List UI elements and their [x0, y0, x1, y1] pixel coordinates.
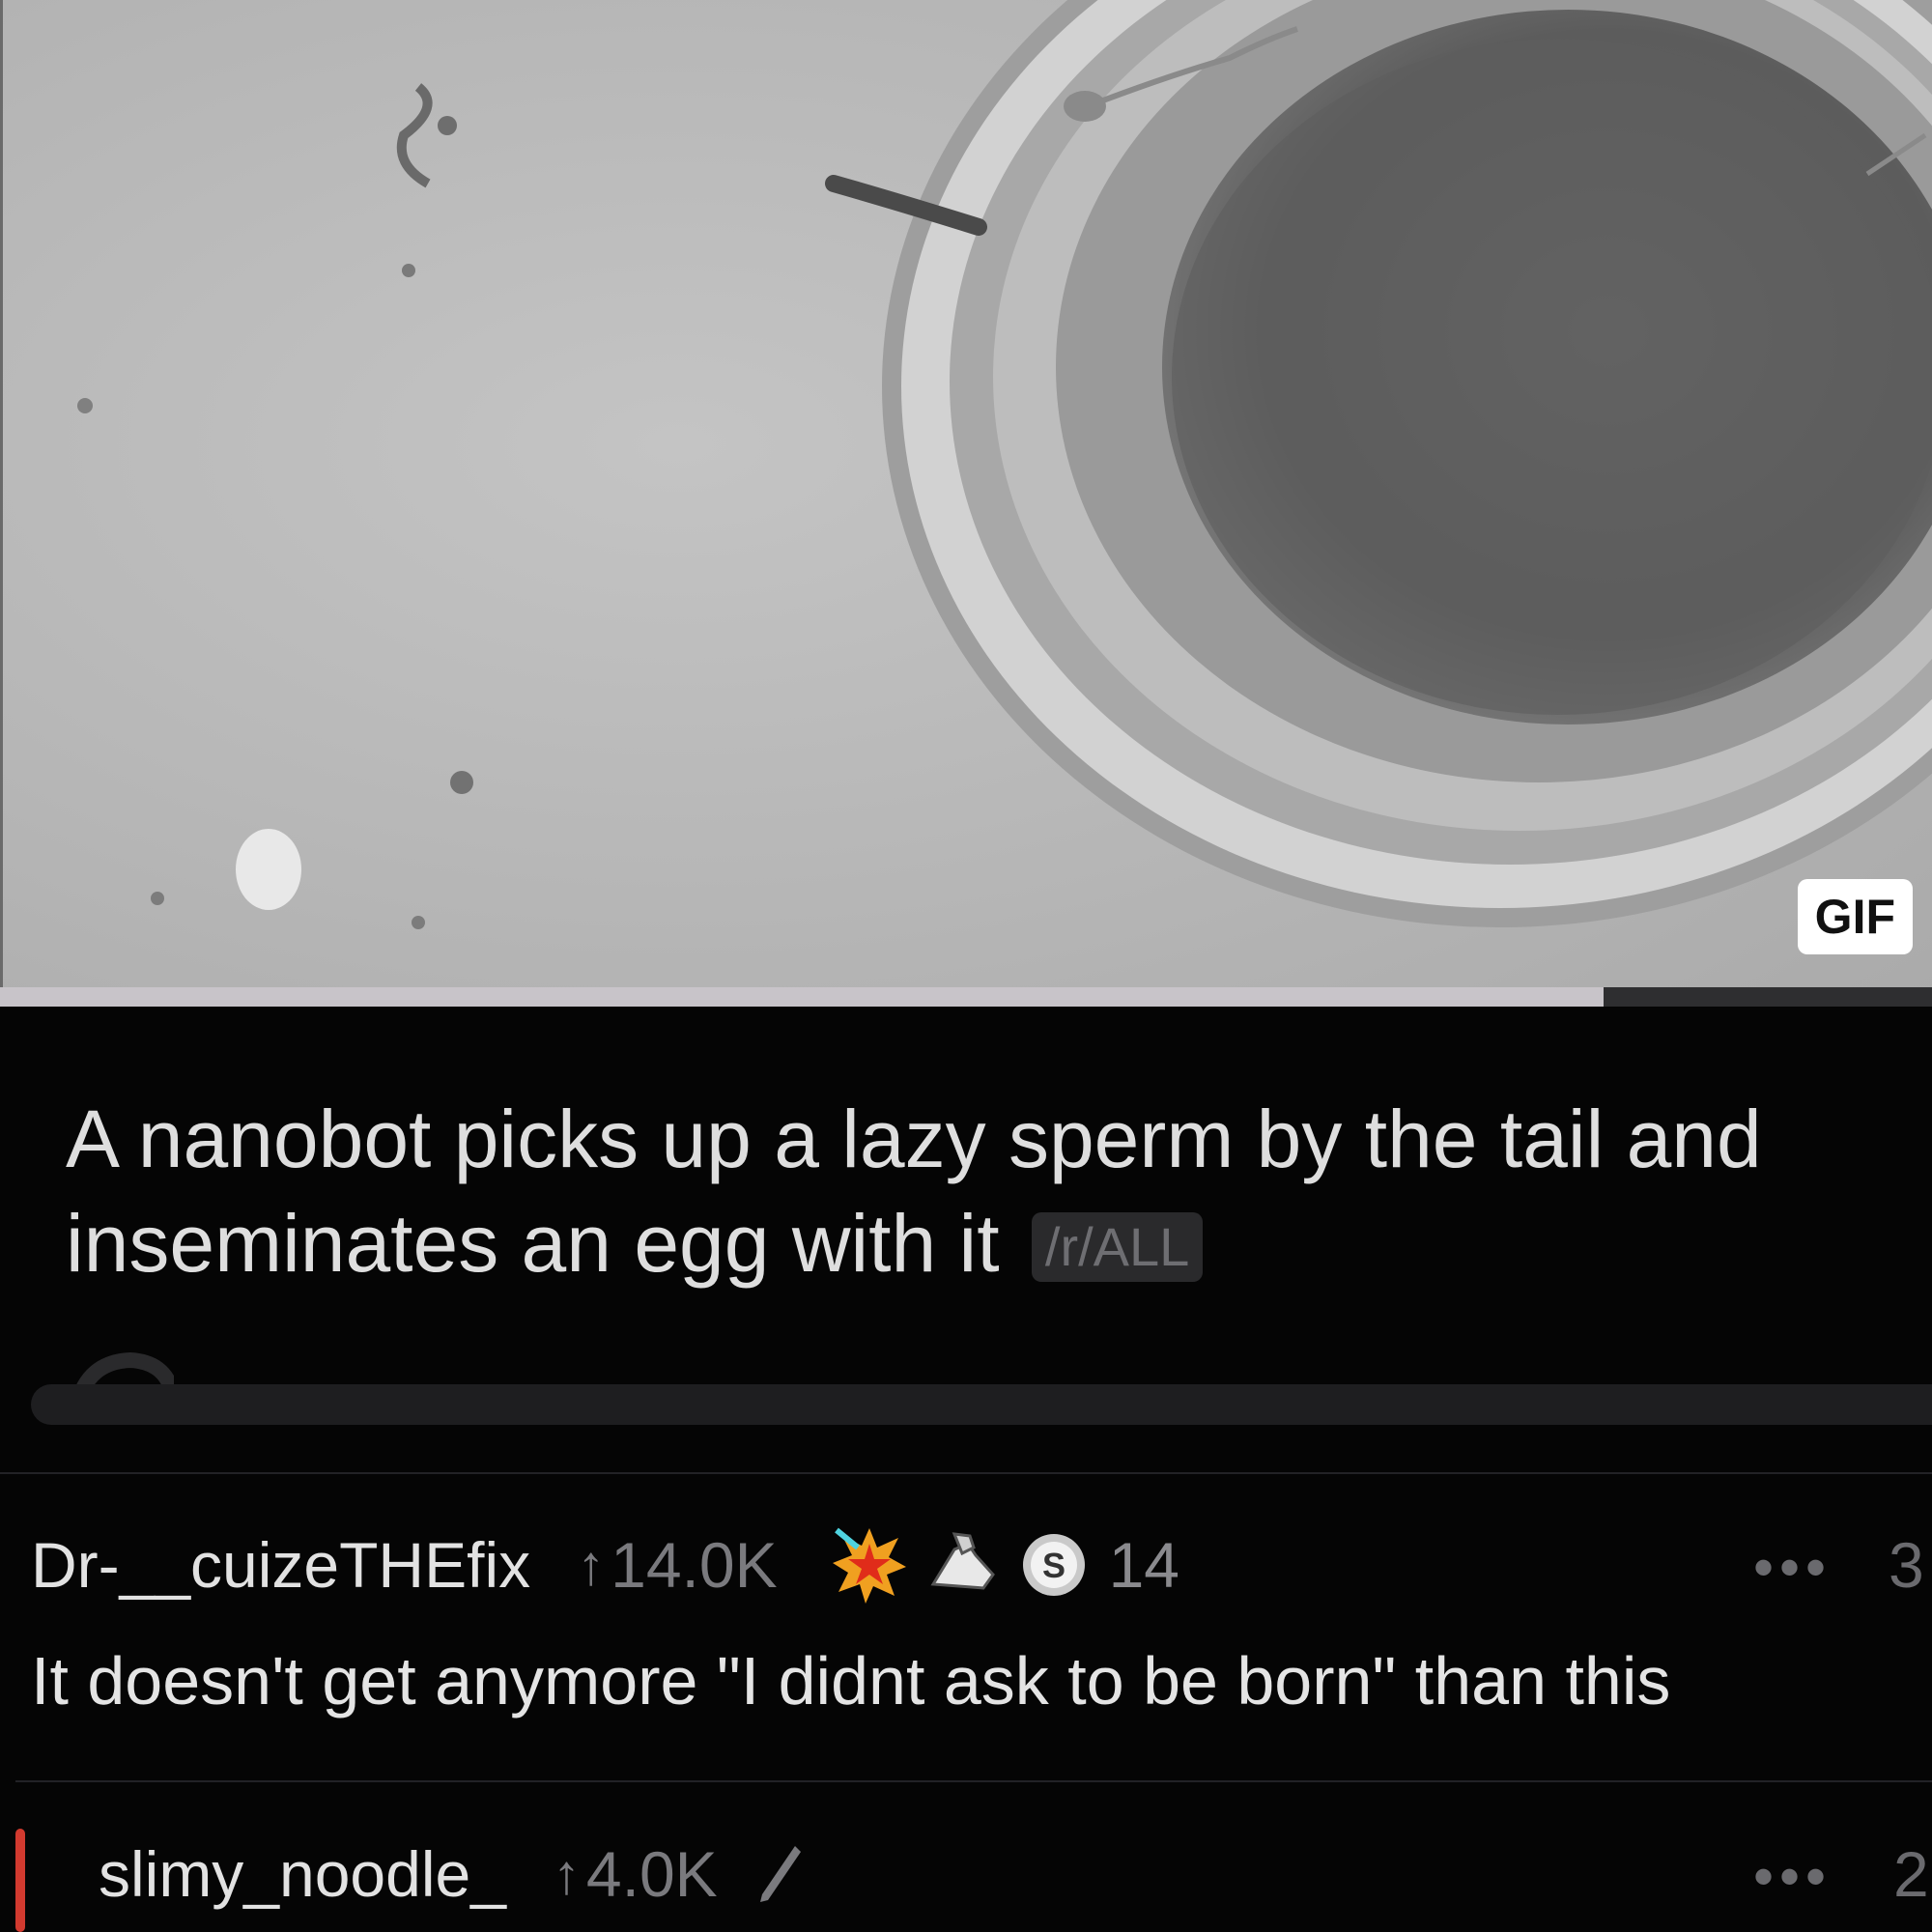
thread-indent-bar: [15, 1829, 25, 1932]
upvote-arrow-icon[interactable]: ↑: [553, 1842, 581, 1907]
award-list[interactable]: S 14: [831, 1526, 1179, 1604]
post-action-bar[interactable]: [31, 1384, 1932, 1425]
award-count: 14: [1108, 1529, 1180, 1601]
playback-progress-bar[interactable]: [0, 987, 1932, 1007]
post-detail-screen: GIF A nanobot picks up a lazy sperm by t…: [0, 0, 1932, 1932]
child-comment-count[interactable]: 3: [1889, 1528, 1924, 1602]
upvote-arrow-icon[interactable]: ↑: [577, 1533, 605, 1598]
microscope-image: [3, 0, 1932, 987]
silver-coin-award-icon: S: [1022, 1534, 1085, 1596]
arm-wrestle-award-icon: [930, 1532, 995, 1590]
more-options-icon[interactable]: •••: [1753, 1843, 1832, 1910]
comment-username[interactable]: Dr-__cuizeTHEfix: [31, 1528, 530, 1602]
comment-header: slimy_noodle_ ↑ 4.0K: [99, 1835, 805, 1913]
subreddit-tag[interactable]: /r/ALL: [1031, 1212, 1204, 1282]
child-comment-count[interactable]: 2: [1893, 1837, 1929, 1911]
playback-progress-fill: [0, 987, 1604, 1007]
more-options-icon[interactable]: •••: [1753, 1534, 1832, 1601]
comment-score-value: 14.0K: [611, 1529, 778, 1601]
comment-body: It doesn't get anymore "I didnt ask to b…: [31, 1643, 1671, 1719]
explosion-star-award-icon: [832, 1527, 906, 1604]
post-title: A nanobot picks up a lazy sperm by the t…: [66, 1087, 1882, 1295]
comment-header: Dr-__cuizeTHEfix ↑ 14.0K S 14: [31, 1526, 1179, 1604]
divider: [15, 1780, 1932, 1782]
comment-score-value: 4.0K: [585, 1838, 718, 1910]
comment-score[interactable]: ↑ 4.0K: [553, 1837, 718, 1911]
gif-badge: GIF: [1797, 879, 1913, 954]
svg-text:S: S: [1042, 1546, 1065, 1585]
edited-pencil-icon: [759, 1846, 801, 1902]
divider: [0, 1472, 1932, 1474]
comment-username[interactable]: slimy_noodle_: [99, 1837, 506, 1911]
gif-media-player[interactable]: GIF: [0, 0, 1932, 987]
post-title-text: A nanobot picks up a lazy sperm by the t…: [66, 1094, 1762, 1289]
comment-score[interactable]: ↑ 14.0K: [577, 1528, 777, 1602]
